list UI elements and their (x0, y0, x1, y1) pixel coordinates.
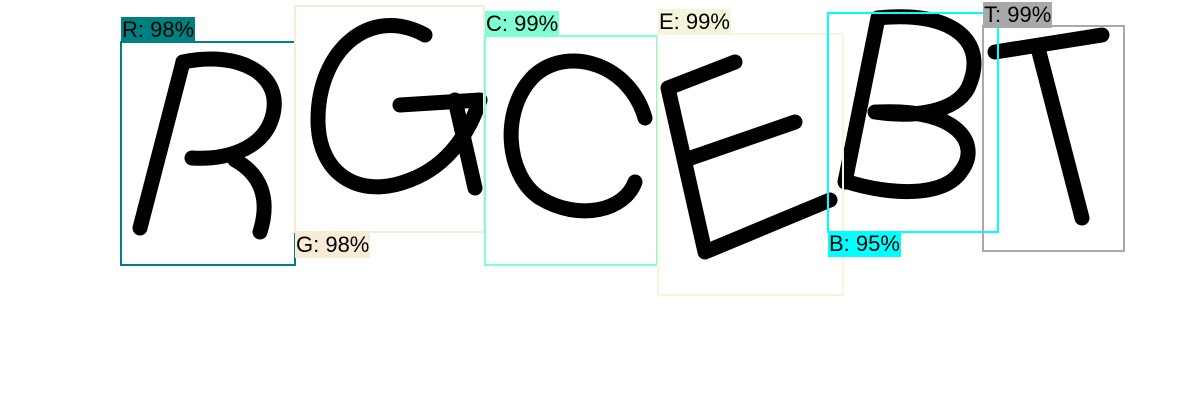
detection-label-r: R: 98% (121, 17, 196, 43)
detection-box-r (120, 41, 296, 266)
detection-label-t: T: 99% (983, 2, 1053, 28)
detection-box-b (827, 12, 999, 233)
detection-label-e: E: 99% (658, 9, 731, 35)
detection-box-t (982, 25, 1125, 252)
detection-box-c (484, 35, 658, 266)
detection-label-c: C: 99% (485, 11, 560, 37)
detection-box-e (657, 33, 844, 296)
detection-canvas: R: 98% G: 98% C: 99% E: 99% B: 95% T: 99… (0, 0, 1200, 420)
detection-label-b: B: 95% (828, 231, 901, 257)
detection-label-g: G: 98% (295, 232, 371, 258)
detection-box-g (294, 5, 485, 233)
